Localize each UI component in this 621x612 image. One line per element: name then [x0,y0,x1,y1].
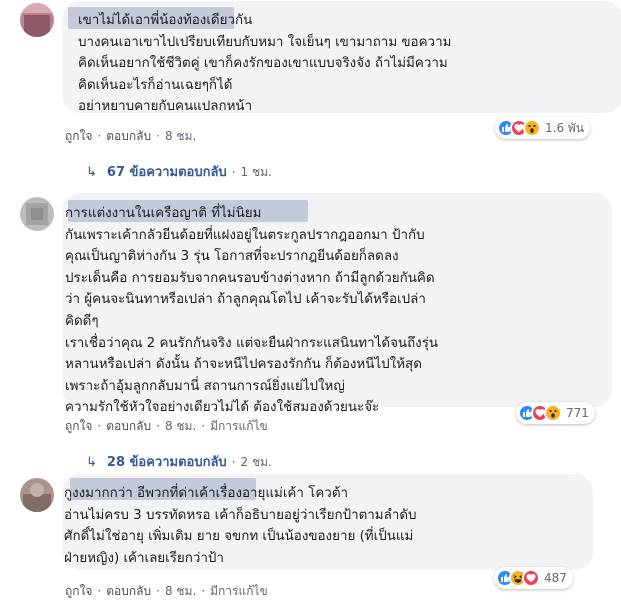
reaction-count: 771 [566,406,589,420]
reaction-count: 487 [544,571,567,585]
timestamp[interactable]: 8 ชม. [165,129,196,143]
avatar[interactable] [20,478,54,512]
comment-actions: ถูกใจ · ตอบกลับ · 8 ชม. [65,129,197,143]
like-link[interactable]: ถูกใจ [65,584,92,598]
view-replies-link[interactable]: ↳ 28 ข้อความตอบกลับ · 2 ชม. [86,451,272,472]
reaction-count: 1.6 พัน [545,120,585,135]
comment-actions: ถูกใจ · ตอบกลับ · 8 ชม. · มีการแก้ไข [65,419,268,433]
like-link[interactable]: ถูกใจ [65,419,92,433]
comment-text: เขาไม่ได้เอาพี่น้องท้องเดียวกัน บางคนเอา… [78,13,452,115]
view-replies-link[interactable]: ↳ 67 ข้อความตอบกลับ · 1 ชม. [86,161,272,182]
like-link[interactable]: ถูกใจ [65,129,92,143]
wow-icon [544,404,562,422]
replies-time: 1 ชม. [240,165,272,179]
avatar[interactable] [20,3,54,37]
love-icon [522,569,540,587]
timestamp[interactable]: 8 ชม. [165,584,196,598]
edited-label[interactable]: มีการแก้ไข [210,584,268,598]
comment-text: การแต่งงานในเครือญาติ ที่ไม่นิยม กันเพรา… [65,206,439,416]
avatar[interactable] [20,197,54,231]
reply-link[interactable]: ตอบกลับ [106,129,151,143]
reaction-summary[interactable]: 771 [516,402,595,424]
comment-text: กูงงมากกว่า อีพวกที่ด่าเค้าเรื่องอายุแม่… [64,486,417,566]
timestamp[interactable]: 8 ชม. [165,419,196,433]
reply-link[interactable]: ตอบกลับ [106,584,151,598]
reply-link[interactable]: ตอบกลับ [106,419,151,433]
reply-arrow-icon: ↳ [86,455,97,470]
comment-actions: ถูกใจ · ตอบกลับ · 8 ชม. · มีการแก้ไข [65,584,268,598]
replies-time: 2 ชม. [240,455,272,469]
reply-arrow-icon: ↳ [86,165,97,180]
reaction-summary[interactable]: 487 [494,567,573,589]
replies-count-label[interactable]: 67 ข้อความตอบกลับ [107,165,227,180]
wow-icon [523,119,541,137]
replies-count-label[interactable]: 28 ข้อความตอบกลับ [107,455,227,470]
reaction-summary[interactable]: 1.6 พัน [495,117,591,139]
edited-label[interactable]: มีการแก้ไข [210,419,268,433]
